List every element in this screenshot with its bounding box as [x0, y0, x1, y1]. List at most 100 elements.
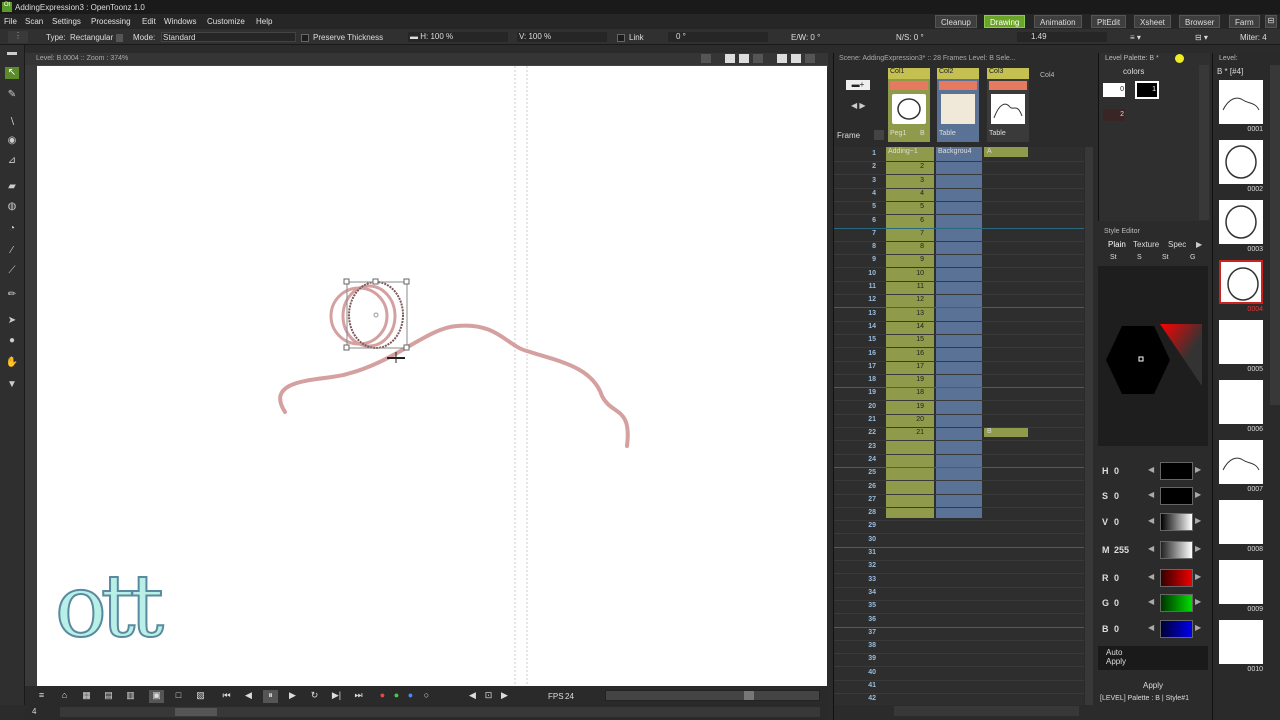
- level-frame-thumbnail[interactable]: [1219, 440, 1263, 484]
- prev-column-icon[interactable]: ◀ ▶: [851, 101, 866, 110]
- pause-icon[interactable]: ⏸: [263, 690, 278, 703]
- menu-icon[interactable]: ≡: [34, 690, 49, 703]
- auto-apply-checkbox[interactable]: Auto Apply: [1106, 648, 1136, 666]
- cell-frame-number[interactable]: 9: [894, 256, 924, 263]
- column-name[interactable]: Col2: [937, 68, 979, 79]
- row-number[interactable]: 6: [836, 217, 876, 224]
- room-browser[interactable]: Browser: [1179, 15, 1221, 28]
- decrease-icon[interactable]: ◀: [1148, 623, 1154, 632]
- cell-frame-number[interactable]: 5: [894, 203, 924, 210]
- cell-frame-number[interactable]: 4: [894, 190, 924, 197]
- room-drawing[interactable]: Drawing: [984, 15, 1026, 28]
- pages-icon[interactable]: ▤: [101, 690, 116, 703]
- cell-frame-number[interactable]: 14: [894, 323, 924, 330]
- level-frame-thumbnail[interactable]: [1219, 500, 1263, 544]
- decrease-icon[interactable]: ◀: [1148, 572, 1154, 581]
- increase-icon[interactable]: ▶: [1195, 516, 1201, 525]
- row-number[interactable]: 37: [836, 629, 876, 636]
- row-number[interactable]: 1: [836, 150, 876, 157]
- animate-tool-icon[interactable]: ➤: [5, 315, 19, 327]
- channel-r-value[interactable]: 0: [1114, 573, 1119, 583]
- column-header-col3[interactable]: Col3 Table: [987, 68, 1029, 142]
- selection-handle[interactable]: [403, 278, 410, 285]
- level-frame-thumbnail[interactable]: [1219, 560, 1263, 604]
- increase-icon[interactable]: ▶: [1195, 597, 1201, 606]
- row-number[interactable]: 42: [836, 695, 876, 702]
- pegbar-label[interactable]: Table: [939, 130, 956, 137]
- thickness-field[interactable]: 1.49: [1017, 32, 1107, 42]
- preserve-thickness-checkbox[interactable]: Preserve Thickness: [301, 33, 383, 42]
- room-animation[interactable]: Animation: [1034, 15, 1082, 28]
- column-preview-toggle[interactable]: [890, 81, 928, 90]
- row-number[interactable]: 22: [836, 429, 876, 436]
- cell-frame-number[interactable]: 10: [894, 270, 924, 277]
- subtab-g[interactable]: G: [1190, 254, 1195, 261]
- bg-color-icon[interactable]: [753, 54, 763, 63]
- row-number[interactable]: 7: [836, 230, 876, 237]
- xsheet-hscrollbar[interactable]: [894, 706, 1079, 716]
- cell-frame-number[interactable]: 20: [894, 416, 924, 423]
- h-scale-field[interactable]: ▬ H: 100 %: [408, 32, 508, 42]
- next-frame-icon[interactable]: ▶|: [329, 690, 344, 703]
- subtab-wheel[interactable]: St: [1110, 254, 1117, 261]
- row-number[interactable]: 23: [836, 443, 876, 450]
- first-frame-icon[interactable]: ⏮: [219, 690, 234, 703]
- channel-g[interactable]: G 0 ◀ ▶: [1100, 594, 1208, 614]
- fill-tool-icon[interactable]: ◉: [5, 135, 19, 147]
- row-number[interactable]: 20: [836, 403, 876, 410]
- channel-r-slider[interactable]: [1160, 569, 1193, 587]
- col2-cells[interactable]: [936, 147, 982, 518]
- row-number[interactable]: 25: [836, 469, 876, 476]
- empty-column-name[interactable]: Col4: [1040, 72, 1054, 79]
- green-channel-icon[interactable]: ●: [389, 690, 404, 703]
- menu-help[interactable]: Help: [256, 17, 272, 26]
- cell-frame-number[interactable]: 16: [894, 350, 924, 357]
- row-number[interactable]: 41: [836, 682, 876, 689]
- decrease-icon[interactable]: ◀: [1148, 516, 1154, 525]
- checker-icon[interactable]: ▧: [193, 690, 208, 703]
- row-number[interactable]: 34: [836, 589, 876, 596]
- decrease-icon[interactable]: ◀: [1148, 490, 1154, 499]
- viewer-hscrollbar[interactable]: [60, 707, 820, 717]
- channel-g-value[interactable]: 0: [1114, 598, 1119, 608]
- cell-frame-number[interactable]: 13: [894, 310, 924, 317]
- zoom-tool-icon[interactable]: ●: [5, 335, 19, 347]
- type-select[interactable]: Rectangular: [70, 33, 124, 42]
- control-point-tool-icon[interactable]: ⟋: [5, 265, 19, 277]
- channel-g-slider[interactable]: [1160, 594, 1193, 612]
- square-icon[interactable]: □: [171, 690, 186, 703]
- style-chip-0[interactable]: 0: [1103, 83, 1125, 97]
- cell-frame-number[interactable]: 7: [894, 230, 924, 237]
- channel-m-value[interactable]: 255: [1114, 545, 1129, 555]
- apply-button[interactable]: Apply: [1143, 681, 1163, 690]
- brush-tool-icon[interactable]: ✎: [5, 89, 19, 101]
- sub-camera-icon[interactable]: [791, 54, 801, 63]
- tab-special[interactable]: Spec: [1168, 240, 1186, 249]
- cell-frame-number[interactable]: 21: [894, 429, 924, 436]
- field-guide-icon[interactable]: [739, 54, 749, 63]
- selection-handle[interactable]: [343, 344, 350, 351]
- ns-field[interactable]: N/S: 0 °: [896, 33, 924, 42]
- menu-windows[interactable]: Windows: [164, 17, 196, 26]
- cell-frame-number[interactable]: 6: [894, 217, 924, 224]
- channel-s-slider[interactable]: [1160, 487, 1193, 505]
- next-marker-icon[interactable]: ▶: [497, 690, 512, 703]
- rotation-field[interactable]: 0 °: [668, 32, 768, 42]
- row-number[interactable]: 14: [836, 323, 876, 330]
- tape-tool-icon[interactable]: ◍: [5, 201, 19, 213]
- level-frame-thumbnail[interactable]: [1219, 80, 1263, 124]
- pump-tool-icon[interactable]: ✏: [5, 289, 19, 301]
- subtab-s[interactable]: S: [1137, 254, 1142, 261]
- style-chip-2[interactable]: 2: [1103, 109, 1125, 121]
- increase-icon[interactable]: ▶: [1195, 490, 1201, 499]
- room-xsheet[interactable]: Xsheet: [1134, 15, 1171, 28]
- channel-b[interactable]: B 0 ◀ ▶: [1100, 620, 1208, 640]
- blue-channel-icon[interactable]: ●: [403, 690, 418, 703]
- row-number[interactable]: 32: [836, 562, 876, 569]
- lock-icon[interactable]: [1175, 54, 1184, 63]
- column-name[interactable]: Col1: [888, 68, 930, 79]
- cell-frame-number[interactable]: 12: [894, 296, 924, 303]
- row-number[interactable]: 26: [836, 483, 876, 490]
- row-number[interactable]: 15: [836, 336, 876, 343]
- palette-scrollbar[interactable]: [1199, 65, 1209, 220]
